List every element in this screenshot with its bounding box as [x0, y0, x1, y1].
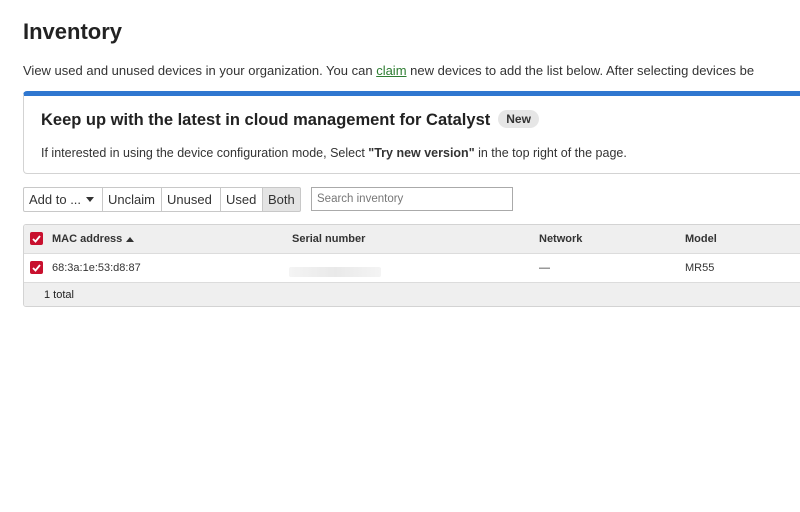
- intro-text: View used and unused devices in your org…: [23, 63, 377, 78]
- select-all-checkbox[interactable]: [30, 232, 43, 245]
- column-label: MAC address: [52, 233, 123, 245]
- banner-message-text-end: in the top right of the page.: [474, 146, 627, 160]
- column-label: Network: [539, 233, 583, 245]
- filter-used-button[interactable]: Used: [221, 187, 263, 212]
- inventory-toolbar: Add to ... Unclaim Unused Used Both: [23, 187, 301, 212]
- checkmark-icon: [32, 234, 41, 243]
- table-header-row: MAC address Serial number Network Model: [24, 225, 800, 254]
- model-value: MR55: [685, 262, 715, 274]
- column-header-network[interactable]: Network: [539, 225, 582, 253]
- chevron-down-icon: [86, 197, 95, 202]
- inventory-table: MAC address Serial number Network Model …: [23, 224, 800, 307]
- banner-title: Keep up with the latest in cloud managem…: [41, 110, 539, 130]
- both-label: Both: [268, 192, 295, 207]
- network-cell: —: [539, 254, 550, 282]
- intro-text-continued: new devices to add the list below. After…: [406, 63, 755, 78]
- serial-number-cell: [289, 254, 381, 282]
- used-label: Used: [226, 192, 257, 207]
- total-count-text: 1 total: [44, 288, 74, 301]
- unused-label: Unused: [167, 192, 212, 207]
- add-to-label: Add to ...: [29, 192, 82, 207]
- banner-message-text: If interested in using the device config…: [41, 146, 369, 160]
- redacted-serial: [289, 267, 381, 277]
- column-header-model[interactable]: Model: [685, 225, 717, 253]
- search-inventory-input[interactable]: [311, 187, 513, 211]
- banner-title-text: Keep up with the latest in cloud managem…: [41, 111, 491, 129]
- add-to-dropdown-button[interactable]: Add to ...: [23, 187, 103, 212]
- column-header-mac-address[interactable]: MAC address: [52, 225, 135, 253]
- filter-unused-button[interactable]: Unused: [162, 187, 221, 212]
- filter-both-button[interactable]: Both: [263, 187, 301, 212]
- column-label: Serial number: [292, 233, 366, 245]
- new-badge: New: [498, 110, 539, 128]
- network-value: —: [539, 262, 550, 274]
- unclaim-button[interactable]: Unclaim: [103, 187, 162, 212]
- banner-message-emphasis: "Try new version": [368, 146, 475, 160]
- unclaim-label: Unclaim: [108, 192, 155, 207]
- page-description: View used and unused devices in your org…: [23, 63, 754, 78]
- catalyst-announcement-banner: Keep up with the latest in cloud managem…: [23, 91, 800, 174]
- table-footer: 1 total: [24, 283, 800, 306]
- mac-address-cell: 68:3a:1e:53:d8:87: [52, 254, 141, 282]
- claim-link[interactable]: claim: [376, 63, 406, 78]
- column-label: Model: [685, 233, 717, 245]
- table-row[interactable]: 68:3a:1e:53:d8:87 — MR55: [24, 254, 800, 283]
- sort-ascending-icon: [126, 236, 135, 242]
- page-title: Inventory: [23, 19, 123, 44]
- total-count: 1 total: [44, 283, 74, 306]
- banner-message: If interested in using the device config…: [41, 146, 627, 160]
- checkmark-icon: [32, 263, 41, 272]
- mac-address-value: 68:3a:1e:53:d8:87: [52, 262, 141, 274]
- model-cell: MR55: [685, 254, 714, 282]
- row-select-checkbox[interactable]: [30, 261, 43, 274]
- column-header-serial-number[interactable]: Serial number: [292, 225, 365, 253]
